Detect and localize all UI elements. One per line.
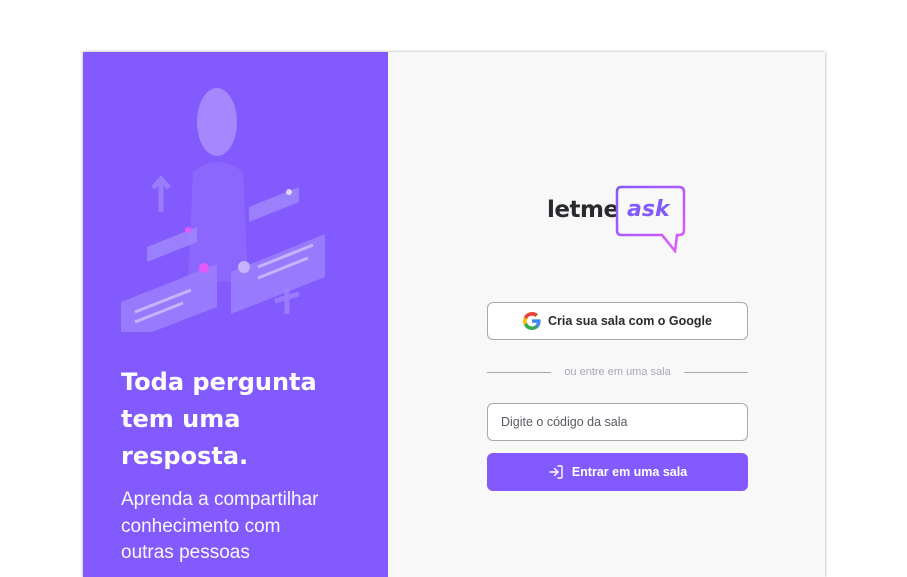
- main-content: letme ask Cria sua sala com o Google ou …: [388, 52, 825, 577]
- aside-headline: Toda pergunta tem uma resposta.: [121, 368, 317, 470]
- separator-line-left: [487, 371, 552, 373]
- room-code-input[interactable]: [487, 403, 748, 441]
- log-in-icon: [548, 464, 564, 480]
- logo-text-ask: ask: [627, 197, 670, 222]
- separator: ou entre em uma sala: [487, 365, 749, 379]
- create-room-google-button[interactable]: Cria sua sala com o Google: [487, 302, 748, 340]
- aside-subtext: Aprenda a compartilhar conhecimento com …: [121, 489, 319, 563]
- qa-illustration: [121, 88, 325, 332]
- aside-panel: Toda pergunta tem uma resposta. Aprenda …: [83, 52, 388, 577]
- google-icon: [523, 312, 541, 330]
- enter-button-label: Entrar em uma sala: [571, 465, 688, 479]
- google-button-label: Cria sua sala com o Google: [548, 314, 712, 328]
- logo-text-letme: letme: [547, 197, 619, 223]
- app-window: Toda pergunta tem uma resposta. Aprenda …: [83, 52, 825, 577]
- separator-text: ou entre em uma sala: [564, 366, 671, 378]
- enter-room-button[interactable]: Entrar em uma sala: [487, 453, 748, 491]
- separator-line-right: [683, 371, 749, 373]
